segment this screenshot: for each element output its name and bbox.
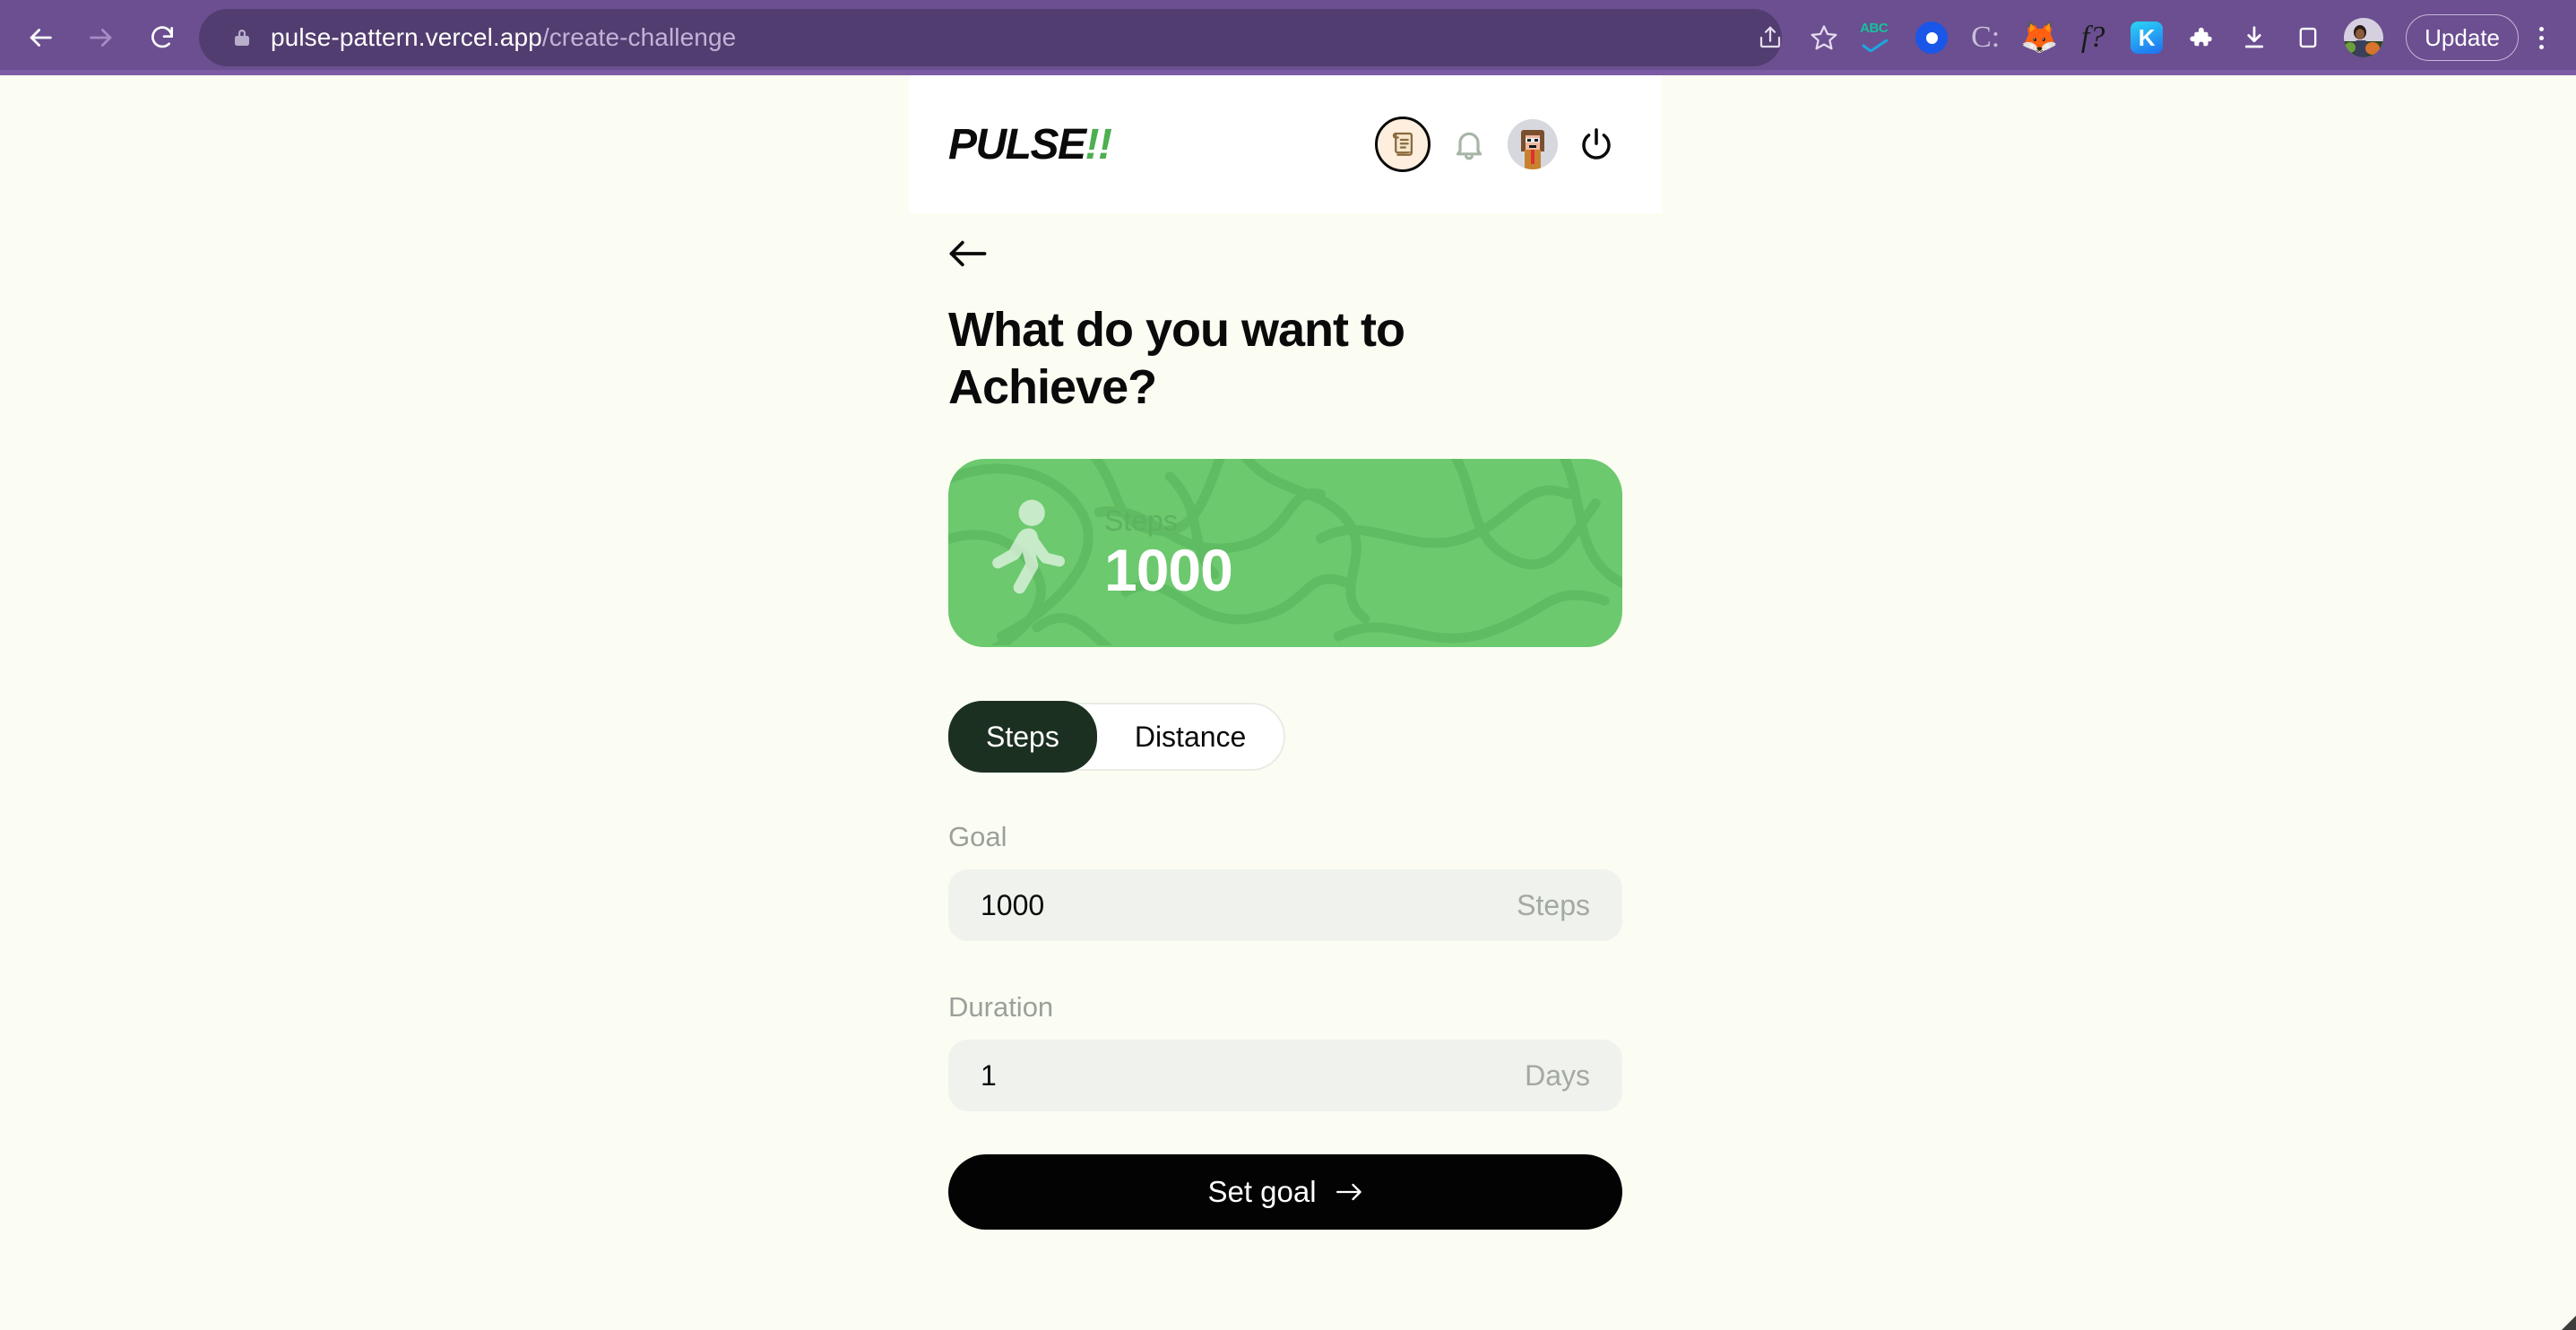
arrow-right-icon xyxy=(1336,1181,1363,1203)
goal-preview-card: Steps 1000 xyxy=(948,459,1622,648)
app-logo[interactable]: PULSE!! xyxy=(948,120,1112,169)
page-canvas: PULSE!! What do you want to Achieve? Ste… xyxy=(0,75,2576,1330)
duration-field-group: Duration 1 Days xyxy=(948,991,1622,1112)
share-icon[interactable] xyxy=(1744,12,1796,64)
address-bar[interactable]: pulse-pattern.vercel.app/create-challeng… xyxy=(199,9,1782,66)
goal-card-value: 1000 xyxy=(1104,537,1233,604)
goal-card-label: Steps xyxy=(1104,505,1178,538)
kebab-menu-icon[interactable] xyxy=(2520,12,2562,64)
app-header: PULSE!! xyxy=(909,75,1662,213)
metamask-fox-icon[interactable]: 🦊 xyxy=(2013,12,2065,64)
url-domain: pulse-pattern.vercel.app xyxy=(271,23,542,51)
duration-field-label: Duration xyxy=(948,991,1054,1023)
puzzle-extensions-icon[interactable] xyxy=(2174,12,2226,64)
window-resize-handle[interactable] xyxy=(2562,1316,2576,1330)
segment-distance[interactable]: Distance xyxy=(1097,703,1284,771)
bookmark-star-icon[interactable] xyxy=(1798,12,1850,64)
set-goal-button[interactable]: Set goal xyxy=(948,1154,1622,1231)
browser-nav-buttons xyxy=(0,10,190,65)
url-text: pulse-pattern.vercel.app/create-challeng… xyxy=(271,23,736,52)
reload-button[interactable] xyxy=(134,10,190,65)
lock-icon xyxy=(231,26,253,49)
header-actions xyxy=(1375,117,1622,172)
walking-person-icon xyxy=(992,500,1065,594)
browser-chrome: pulse-pattern.vercel.app/create-challeng… xyxy=(0,0,2576,75)
goal-input-suffix: Steps xyxy=(1517,888,1590,921)
c-extension-icon[interactable]: C: xyxy=(1959,12,2011,64)
logo-bangs: !! xyxy=(1085,120,1112,168)
profile-avatar[interactable] xyxy=(2336,12,2391,64)
goal-input-value: 1000 xyxy=(981,888,1045,921)
url-path: /create-challenge xyxy=(541,23,737,51)
back-row xyxy=(948,213,1622,279)
quest-scroll-icon[interactable] xyxy=(1375,117,1431,172)
goal-field-group: Goal 1000 Steps xyxy=(948,821,1622,942)
mobile-app-viewport: PULSE!! What do you want to Achieve? Ste… xyxy=(909,75,1662,1330)
grammarly-abc-label: ABC xyxy=(1860,21,1889,36)
downloads-icon[interactable] xyxy=(2228,12,2280,64)
grammarly-icon[interactable]: ABC xyxy=(1852,12,1904,64)
duration-input[interactable]: 1 Days xyxy=(948,1040,1622,1112)
side-panel-icon[interactable] xyxy=(2282,12,2334,64)
app-content: What do you want to Achieve? Steps 1000 … xyxy=(909,213,1662,1231)
goal-input[interactable]: 1000 Steps xyxy=(948,869,1622,942)
blue-dot-extension-icon[interactable] xyxy=(1906,12,1958,64)
set-goal-label: Set goal xyxy=(1207,1175,1317,1209)
duration-input-value: 1 xyxy=(981,1058,997,1092)
back-button[interactable] xyxy=(13,10,68,65)
duration-input-suffix: Days xyxy=(1525,1058,1590,1092)
notification-bell-icon[interactable] xyxy=(1443,118,1495,170)
user-avatar[interactable] xyxy=(1508,119,1558,169)
page-title: What do you want to Achieve? xyxy=(948,303,1405,414)
update-button[interactable]: Update xyxy=(2406,14,2519,61)
browser-toolbar-right: ABC C: 🦊 f? K Update xyxy=(1744,0,2562,75)
forward-button[interactable] xyxy=(73,10,129,65)
metric-segmented-control: Steps Distance xyxy=(948,701,1286,773)
k-extension-icon[interactable]: K xyxy=(2121,12,2173,64)
segment-steps[interactable]: Steps xyxy=(948,701,1097,773)
goal-card-inner: Steps 1000 xyxy=(981,497,1233,609)
goal-card-text: Steps 1000 xyxy=(1104,505,1233,604)
logo-text: PULSE xyxy=(948,120,1086,168)
function-extension-icon[interactable]: f? xyxy=(2067,12,2119,64)
goal-field-label: Goal xyxy=(948,821,1007,853)
back-arrow-icon[interactable] xyxy=(948,238,988,269)
power-logout-icon[interactable] xyxy=(1570,118,1622,170)
